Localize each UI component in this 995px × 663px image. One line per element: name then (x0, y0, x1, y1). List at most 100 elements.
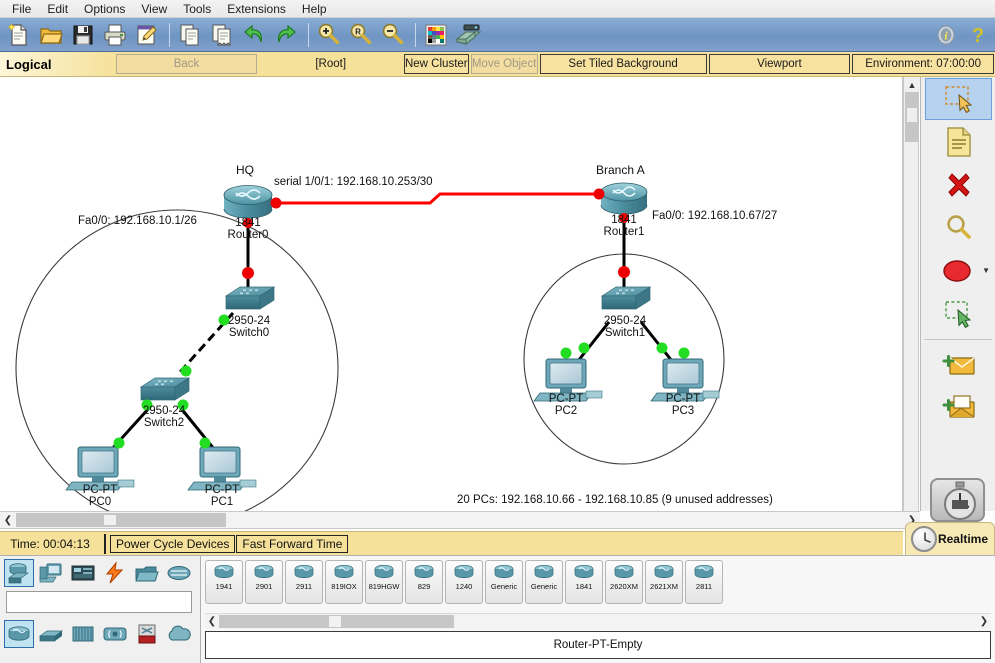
fast-forward-time-button[interactable]: Fast Forward Time (236, 534, 349, 553)
activity-wizard-icon[interactable] (132, 20, 162, 50)
model-2911[interactable]: 2911 (285, 560, 323, 604)
switches-subcategory[interactable] (36, 620, 66, 648)
menu-help[interactable]: Help (294, 1, 335, 17)
device-switch2[interactable] (139, 377, 191, 401)
environment-button[interactable]: Environment: 07:00:00 (852, 54, 994, 74)
new-file-icon[interactable] (4, 20, 34, 50)
help-icon[interactable]: ? (963, 20, 993, 50)
scroll-left-arrow-icon[interactable]: ❮ (0, 512, 16, 528)
annotation-serial-address[interactable]: serial 1/0/1: 192.168.10.253/30 (274, 176, 433, 188)
selected-device-label: Router-PT-Empty (205, 631, 991, 659)
workspace-vertical-scrollbar[interactable]: ▲ (903, 77, 920, 511)
device-switch0[interactable] (224, 286, 276, 310)
add-complex-pdu-tool[interactable] (925, 387, 992, 429)
menu-tools[interactable]: Tools (175, 1, 219, 17)
model-1941[interactable]: 1941 (205, 560, 243, 604)
model-2621xm[interactable]: 2621XM (645, 560, 683, 604)
scroll-up-arrow-icon[interactable]: ▲ (904, 77, 920, 92)
hubs-subcategory[interactable] (68, 620, 98, 648)
menu-options[interactable]: Options (76, 1, 133, 17)
model-2620xm[interactable]: 2620XM (605, 560, 643, 604)
menu-view[interactable]: View (133, 1, 175, 17)
workspace-horizontal-scrollbar[interactable]: ❮ ❯ (0, 511, 920, 529)
palette-icon[interactable] (421, 20, 451, 50)
info-icon[interactable]: i (931, 20, 961, 50)
device-search-field[interactable] (6, 591, 192, 613)
model-829[interactable]: 829 (405, 560, 443, 604)
model-2901[interactable]: 2901 (245, 560, 283, 604)
logical-workspace[interactable]: 1841 Router0 1841 Router1 2950-24 Switch… (0, 77, 903, 511)
inspect-tool[interactable] (925, 121, 992, 163)
device-router1[interactable] (600, 182, 648, 215)
annotation-branch-fa00[interactable]: Fa0/0: 192.168.10.67/27 (652, 210, 777, 222)
model-generic-1[interactable]: Generic (485, 560, 523, 604)
models-scroll-track[interactable] (219, 615, 977, 628)
device-search-input[interactable] (7, 592, 191, 612)
miscellaneous-category[interactable] (132, 559, 162, 587)
link-serial-hq-branch[interactable] (272, 192, 603, 205)
save-icon[interactable] (68, 20, 98, 50)
device-router0[interactable] (223, 185, 273, 219)
router1-model: 1841 (611, 214, 637, 226)
power-cycle-devices-button[interactable]: Power Cycle Devices (110, 534, 236, 553)
model-1240[interactable]: 1240 (445, 560, 483, 604)
network-devices-category[interactable] (4, 559, 34, 587)
annotation-hq-fa00[interactable]: Fa0/0: 192.168.10.1/26 (78, 215, 197, 227)
zoom-in-icon[interactable] (314, 20, 344, 50)
horizontal-scroll-thumb[interactable] (16, 513, 226, 527)
wan-emulation-subcategory[interactable] (164, 620, 194, 648)
resize-shape-tool[interactable] (925, 293, 992, 335)
paste-icon[interactable] (207, 20, 237, 50)
menu-extensions[interactable]: Extensions (219, 1, 294, 17)
redo-icon[interactable] (271, 20, 301, 50)
move-object-button[interactable]: Move Object (470, 54, 538, 74)
undo-icon[interactable] (239, 20, 269, 50)
add-simple-pdu-tool[interactable] (925, 344, 992, 386)
model-2811[interactable]: 2811 (685, 560, 723, 604)
annotation-hq-title[interactable]: HQ (236, 163, 254, 177)
root-button[interactable]: [Root] (259, 54, 402, 74)
viewport-button[interactable]: Viewport (708, 54, 851, 74)
draw-shape-tool[interactable]: ▼ (925, 250, 992, 292)
simulation-mode-tab[interactable] (930, 478, 985, 522)
custom-devices-icon[interactable] (453, 20, 483, 50)
set-tiled-background-button[interactable]: Set Tiled Background (539, 54, 707, 74)
select-tool[interactable] (925, 78, 992, 120)
model-819hgw[interactable]: 819HGW (365, 560, 403, 604)
inspect-magnifier-tool[interactable] (925, 207, 992, 249)
multiuser-connection-category[interactable] (164, 559, 194, 587)
copy-icon[interactable] (175, 20, 205, 50)
models-horizontal-scrollbar[interactable]: ❮ ❯ (205, 613, 991, 629)
model-generic-2[interactable]: Generic (525, 560, 563, 604)
routers-subcategory[interactable] (4, 620, 34, 648)
menu-edit[interactable]: Edit (39, 1, 76, 17)
wireless-devices-subcategory[interactable] (100, 620, 130, 648)
back-button[interactable]: Back (115, 54, 258, 74)
zoom-out-icon[interactable] (378, 20, 408, 50)
horizontal-scroll-track[interactable] (16, 513, 904, 527)
model-819iox[interactable]: 819IOX (325, 560, 363, 604)
menu-file[interactable]: File (4, 1, 39, 17)
models-scroll-right-icon[interactable]: ❯ (977, 616, 991, 627)
model-label: 2911 (295, 582, 313, 591)
chevron-down-icon[interactable]: ▼ (982, 266, 990, 275)
device-switch1[interactable] (600, 286, 652, 310)
models-scroll-thumb[interactable] (219, 615, 454, 628)
open-folder-icon[interactable] (36, 20, 66, 50)
security-subcategory[interactable] (132, 620, 162, 648)
vertical-scroll-thumb[interactable] (905, 92, 919, 142)
new-cluster-button[interactable]: New Cluster (403, 54, 469, 74)
end-devices-category[interactable] (36, 559, 66, 587)
annotation-branch-pool[interactable]: 20 PCs: 192.168.10.66 - 192.168.10.85 (9… (457, 494, 773, 506)
delete-tool[interactable] (925, 164, 992, 206)
connections-category[interactable] (100, 559, 130, 587)
realtime-mode-tab[interactable]: Realtime (905, 522, 995, 555)
print-icon[interactable] (100, 20, 130, 50)
components-category[interactable] (68, 559, 98, 587)
link-status-serial-branch (593, 188, 605, 200)
model-1841[interactable]: 1841 (565, 560, 603, 604)
annotation-branch-title[interactable]: Branch A (596, 163, 645, 177)
zoom-reset-icon[interactable]: R (346, 20, 376, 50)
ellipse-icon (942, 260, 971, 282)
models-scroll-left-icon[interactable]: ❮ (205, 616, 219, 627)
